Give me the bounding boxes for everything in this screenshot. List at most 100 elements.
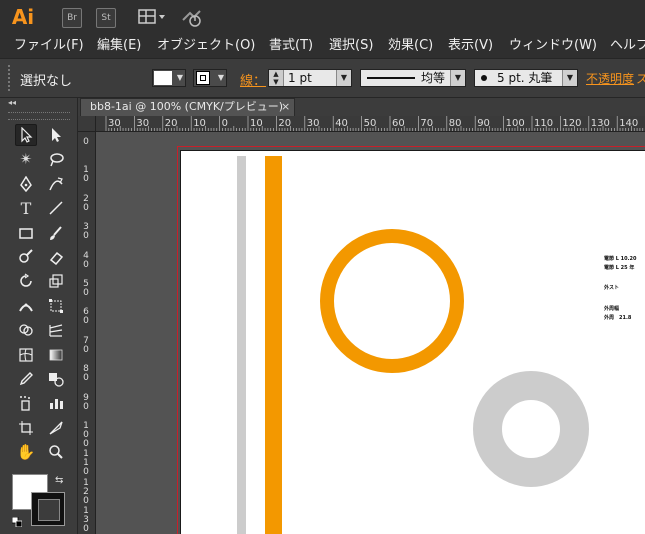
shaper-tool-icon[interactable] <box>15 246 37 268</box>
horizontal-ruler[interactable]: 30 30 20 10 0 10 20 30 40 50 60 70 80 90 100 110 120 130 1… <box>96 116 645 132</box>
menu-view[interactable]: 表示(V) <box>448 37 493 55</box>
mesh-tool-icon[interactable] <box>15 344 37 366</box>
stroke-profile-dropdown[interactable]: 均等 ▼ <box>360 69 466 87</box>
perspective-grid-tool-icon[interactable] <box>45 319 67 341</box>
orange-ring[interactable] <box>320 229 464 373</box>
direct-selection-tool-icon[interactable] <box>45 124 67 146</box>
panel-grip[interactable] <box>8 112 70 120</box>
sync-settings-button[interactable] <box>180 8 204 28</box>
ruler-origin[interactable] <box>78 116 96 132</box>
stock-button[interactable]: St <box>96 8 116 28</box>
type-tool-icon[interactable]: T <box>15 197 37 219</box>
gray-ring[interactable] <box>473 371 589 487</box>
chevron-down-icon: ▼ <box>336 70 351 86</box>
document-tab[interactable]: bb8-1ai @ 100% (CMYK/プレビュー) × <box>80 98 295 116</box>
rectangle-tool-icon[interactable] <box>15 222 37 244</box>
pen-tool-icon[interactable] <box>15 173 37 195</box>
ruler-label: 30 <box>306 118 320 129</box>
eraser-tool-icon[interactable] <box>45 246 67 268</box>
chevron-down-icon: ▼ <box>562 70 577 86</box>
arrange-documents-button[interactable] <box>138 9 168 25</box>
artboard-note[interactable]: 外スト <box>604 284 619 291</box>
symbol-sprayer-tool-icon[interactable] <box>15 392 37 414</box>
magic-wand-tool-icon[interactable]: ✴ <box>15 148 37 170</box>
ruler-label: 1 3 0 <box>83 506 89 534</box>
default-colors-icon[interactable] <box>11 516 23 528</box>
ruler-label: 140 <box>619 118 639 129</box>
collapse-panel-icon[interactable]: ◂◂ <box>8 98 16 107</box>
curvature-tool-icon[interactable] <box>45 173 67 195</box>
vertical-ruler[interactable]: 01 02 03 04 05 06 07 08 09 01 0 01 1 01 … <box>78 132 96 534</box>
blend-tool-icon[interactable] <box>45 368 67 390</box>
grip-handle[interactable] <box>8 65 14 91</box>
artboard-note[interactable]: 外周 21.8 <box>604 314 631 321</box>
style-label[interactable]: ス <box>636 70 645 87</box>
menu-file[interactable]: ファイル(F) <box>14 37 84 55</box>
lasso-tool-icon[interactable] <box>45 148 67 170</box>
layout-grid-icon <box>138 9 165 24</box>
ruler-label: 30 <box>136 118 150 129</box>
hand-tool-icon[interactable]: ✋ <box>15 441 37 463</box>
eyedropper-tool-icon[interactable] <box>15 368 37 390</box>
ruler-label: 2 0 <box>83 193 89 213</box>
line-tool-icon[interactable] <box>45 197 67 219</box>
artboard[interactable]: 電節 L 10.20 電節 L 25 年 外スト 外周幅 外周 21.8 <box>180 150 645 534</box>
gray-vertical-bar[interactable] <box>237 156 246 534</box>
artboard-note[interactable]: 外周幅 <box>604 305 619 312</box>
control-bar: 選択なし ▼ ▼ 線： ▲ ▼ 1 pt ▼ 均等 ▼ 5 pt. 丸筆 ▼ 不透… <box>0 58 645 98</box>
shape-builder-tool-icon[interactable] <box>15 319 37 341</box>
scale-tool-icon[interactable] <box>45 270 67 292</box>
stroke-color-dropdown[interactable]: ▼ <box>193 69 227 87</box>
menu-select[interactable]: 選択(S) <box>329 37 373 55</box>
bridge-button[interactable]: Br <box>62 8 82 28</box>
zoom-tool-icon[interactable] <box>45 441 67 463</box>
paintbrush-tool-icon[interactable] <box>45 222 67 244</box>
stepper-icon[interactable]: ▲ ▼ <box>269 70 284 86</box>
selection-tool-icon[interactable] <box>15 124 37 146</box>
ruler-label: 10 <box>250 118 263 129</box>
fill-color-dropdown[interactable]: ▼ <box>152 69 186 87</box>
artboard-note[interactable]: 電節 L 10.20 <box>604 255 636 262</box>
menu-type[interactable]: 書式(T) <box>269 37 313 55</box>
ruler-label: 100 <box>505 118 525 129</box>
ruler-label: 1 0 0 <box>83 421 89 449</box>
rotate-tool-icon[interactable] <box>15 270 37 292</box>
column-graph-tool-icon[interactable] <box>45 392 67 414</box>
stroke-weight-value: 1 pt <box>288 71 312 85</box>
sync-icon <box>182 10 201 27</box>
stroke-label[interactable]: 線： <box>240 70 266 89</box>
document-tab-title: bb8-1ai @ 100% (CMYK/プレビュー) <box>90 100 284 113</box>
menu-bar: ファイル(F) 編集(E) オブジェクト(O) 書式(T) 選択(S) 効果(C… <box>0 34 645 58</box>
ruler-label: 30 <box>108 118 121 129</box>
close-icon[interactable]: × <box>281 99 290 115</box>
menu-effect[interactable]: 効果(C) <box>388 37 433 55</box>
stroke-profile-label: 均等 <box>421 71 446 85</box>
stroke-color-swatch[interactable] <box>31 492 65 526</box>
menu-edit[interactable]: 編集(E) <box>97 37 141 55</box>
selection-status: 選択なし <box>20 74 73 89</box>
menu-object[interactable]: オブジェクト(O) <box>157 37 255 55</box>
ruler-label: 0 <box>83 137 89 147</box>
brush-definition-dropdown[interactable]: 5 pt. 丸筆 ▼ <box>474 69 578 87</box>
opacity-label[interactable]: 不透明度 <box>586 70 634 87</box>
ruler-label: 7 0 <box>83 335 89 355</box>
ruler-label: 20 <box>278 118 292 129</box>
ruler-label: 5 0 <box>83 279 89 298</box>
menu-help[interactable]: ヘルプ <box>610 37 645 55</box>
ruler-label: 0 <box>221 118 228 129</box>
orange-vertical-bar[interactable] <box>265 156 282 534</box>
canvas-area[interactable]: 電節 L 10.20 電節 L 25 年 外スト 外周幅 外周 21.8 <box>96 132 645 534</box>
gradient-tool-icon[interactable] <box>45 344 67 366</box>
slice-tool-icon[interactable] <box>45 417 67 439</box>
free-transform-tool-icon[interactable] <box>45 295 67 317</box>
swap-colors-icon[interactable]: ⇆ <box>55 475 63 486</box>
ruler-label: 8 0 <box>83 364 89 384</box>
width-tool-icon[interactable] <box>15 295 37 317</box>
artboard-note[interactable]: 電節 L 25 年 <box>604 264 634 271</box>
stroke-weight-field[interactable]: ▲ ▼ 1 pt ▼ <box>268 69 352 87</box>
ruler-label: 40 <box>335 118 348 129</box>
ruler-label: 80 <box>448 118 462 129</box>
artboard-tool-icon[interactable] <box>15 417 37 439</box>
menu-window[interactable]: ウィンドウ(W) <box>509 37 597 55</box>
ruler-label: 90 <box>477 118 490 129</box>
